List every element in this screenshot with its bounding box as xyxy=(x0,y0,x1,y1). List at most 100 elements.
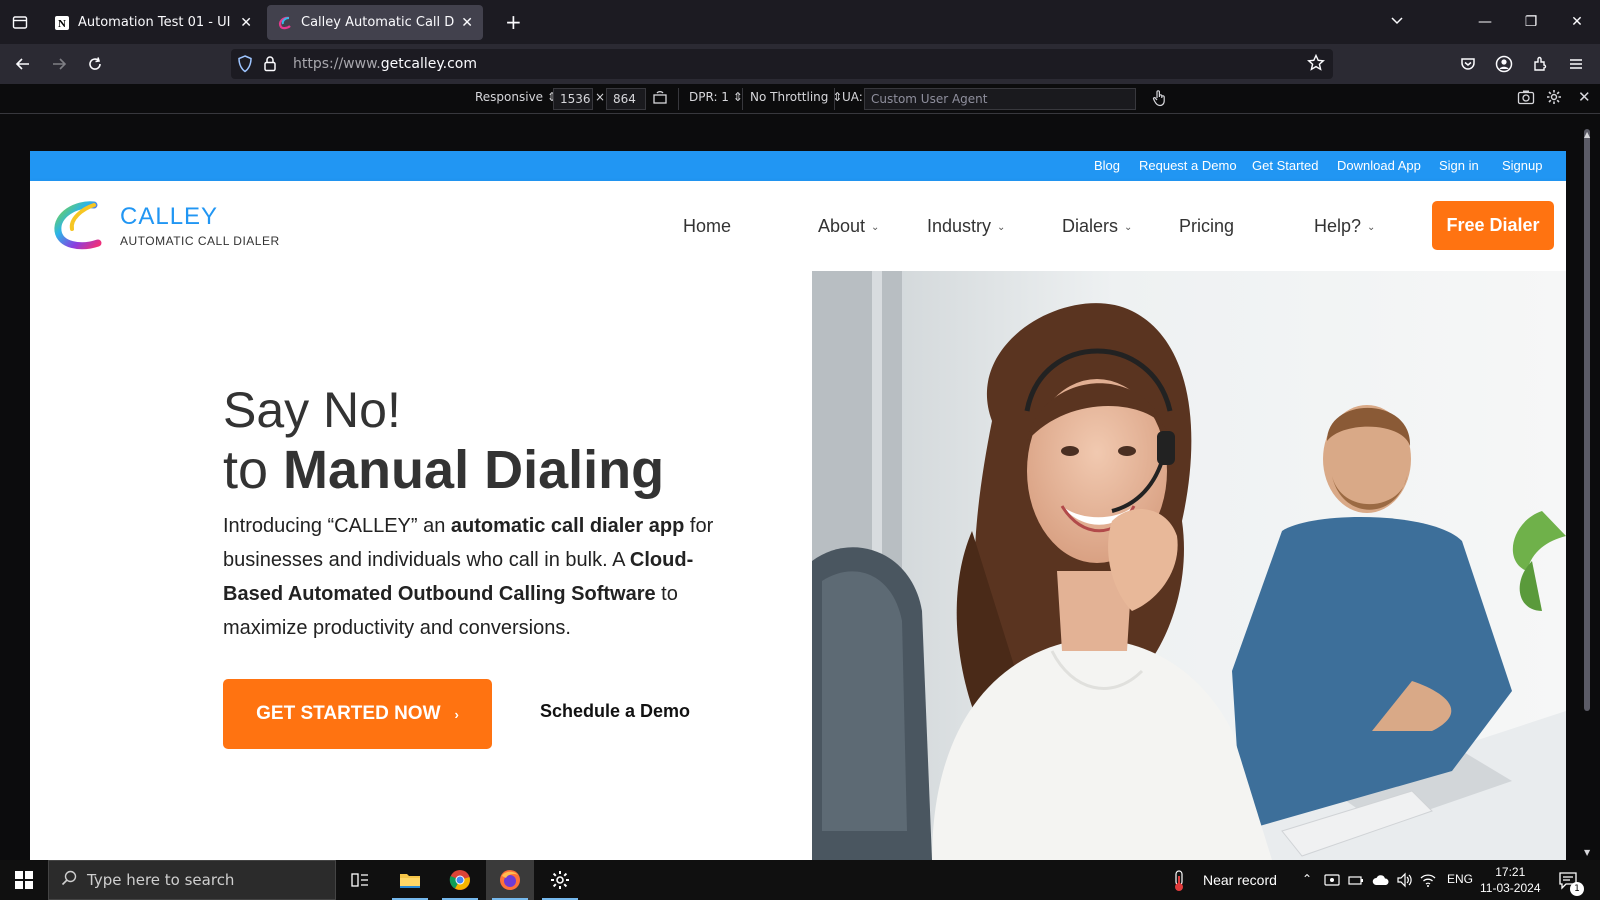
meet-now-icon[interactable] xyxy=(1324,872,1340,892)
clock-time: 17:21 xyxy=(1495,865,1526,879)
battery-icon[interactable] xyxy=(1348,872,1364,892)
throttling-selector[interactable]: No Throttling ⇕ xyxy=(750,90,842,104)
get-started-now-button[interactable]: GET STARTED NOW › xyxy=(223,679,492,749)
wifi-icon[interactable] xyxy=(1420,872,1436,892)
onedrive-cloud-icon[interactable] xyxy=(1372,872,1390,892)
page-scrollbar[interactable] xyxy=(1582,129,1592,860)
tab-automation-test[interactable]: N Automation Test 01 - UI Testing ✕ xyxy=(44,5,262,40)
screen: N Automation Test 01 - UI Testing ✕ Call… xyxy=(0,0,1600,900)
tab-title: Calley Automatic Call Dialer For xyxy=(301,15,455,30)
responsive-design-toolbar: Responsive ⇕ 1536 × 864 DPR: 1 ⇕ No Thro… xyxy=(0,84,1600,114)
hero-headline-line1: Say No! xyxy=(223,382,401,438)
menu-pricing[interactable]: Pricing xyxy=(1179,216,1234,237)
browser-tab-strip: N Automation Test 01 - UI Testing ✕ Call… xyxy=(0,0,1600,44)
touch-simulation-icon[interactable] xyxy=(1151,89,1167,110)
menu-industry[interactable]: Industry ⌄ xyxy=(927,216,1005,237)
hero-headline-line2: to Manual Dialing xyxy=(223,440,665,500)
device-selector[interactable]: Responsive ⇕ xyxy=(475,90,557,104)
site-header: CALLEY AUTOMATIC CALL DIALER Home About ⌄… xyxy=(30,181,1566,271)
volume-icon[interactable] xyxy=(1396,872,1414,892)
settings-gear-icon[interactable] xyxy=(1546,89,1562,108)
menu-dialers[interactable]: Dialers ⌄ xyxy=(1062,216,1132,237)
dimension-times: × xyxy=(595,90,606,104)
chevron-down-icon[interactable] xyxy=(1390,12,1404,31)
taskbar-clock[interactable]: 17:21 11-03-2024 xyxy=(1480,864,1541,896)
chrome-icon[interactable] xyxy=(436,860,484,900)
reload-icon[interactable] xyxy=(83,52,107,76)
dpr-selector[interactable]: DPR: 1 ⇕ xyxy=(689,90,743,104)
chevron-down-icon: ⌄ xyxy=(1367,221,1376,233)
settings-icon[interactable] xyxy=(536,860,584,900)
topbar-link-signup[interactable]: Signup xyxy=(1502,158,1542,173)
chevron-down-icon: ⌄ xyxy=(871,221,880,233)
scrollbar-thumb[interactable] xyxy=(1584,129,1590,711)
restore-icon[interactable]: ❐ xyxy=(1508,0,1554,44)
separator xyxy=(742,88,743,110)
menu-help[interactable]: Help? ⌄ xyxy=(1314,216,1375,237)
minimize-icon[interactable]: — xyxy=(1462,0,1508,44)
screenshot-icon[interactable] xyxy=(1517,89,1535,108)
ua-label: UA: xyxy=(842,90,863,104)
close-tab-icon[interactable]: ✕ xyxy=(240,15,252,31)
firefox-icon[interactable] xyxy=(486,860,534,900)
calley-logo-icon[interactable] xyxy=(50,199,106,255)
scroll-up-arrow-icon[interactable]: ▲ xyxy=(1584,130,1590,139)
separator xyxy=(678,88,679,110)
brand-name[interactable]: CALLEY xyxy=(120,203,218,231)
taskbar-search-box[interactable]: Type here to search xyxy=(48,860,336,900)
forward-icon[interactable] xyxy=(47,52,71,76)
topbar-link-request-demo[interactable]: Request a Demo xyxy=(1139,158,1237,173)
viewport-height-input[interactable]: 864 xyxy=(606,88,646,110)
window-controls: — ❐ ✕ xyxy=(1462,0,1600,44)
lock-icon[interactable] xyxy=(263,55,277,76)
website-viewport: Blog Request a Demo Get Started Download… xyxy=(30,151,1566,860)
svg-text:N: N xyxy=(58,18,66,30)
scroll-down-arrow-icon[interactable]: ▼ xyxy=(1584,848,1590,857)
search-icon xyxy=(61,870,77,890)
tab-calley[interactable]: Calley Automatic Call Dialer For ✕ xyxy=(267,5,483,40)
calley-favicon-icon xyxy=(277,15,293,31)
chevron-down-icon: ⌄ xyxy=(997,221,1006,233)
hamburger-menu-icon[interactable] xyxy=(1564,52,1588,76)
tab-title: Automation Test 01 - UI Testing xyxy=(78,15,234,30)
pocket-icon[interactable] xyxy=(1456,52,1480,76)
brand-tagline: AUTOMATIC CALL DIALER xyxy=(120,234,280,248)
topbar-link-sign-in[interactable]: Sign in xyxy=(1439,158,1479,173)
notification-count-badge: 1 xyxy=(1570,882,1584,896)
account-icon[interactable] xyxy=(1492,52,1516,76)
thermometer-icon[interactable] xyxy=(1172,870,1186,896)
rotate-icon[interactable] xyxy=(652,89,668,108)
file-explorer-icon[interactable] xyxy=(386,860,434,900)
free-dialer-button[interactable]: Free Dialer xyxy=(1432,201,1554,250)
tracking-shield-icon[interactable] xyxy=(237,55,253,77)
notion-icon: N xyxy=(54,15,70,31)
browser-nav-bar: https://www.getcalley.com xyxy=(0,44,1600,84)
close-window-icon[interactable]: ✕ xyxy=(1554,0,1600,44)
topbar-link-get-started[interactable]: Get Started xyxy=(1252,158,1318,173)
menu-about[interactable]: About ⌄ xyxy=(818,216,879,237)
hero-description: Introducing “CALLEY” an automatic call d… xyxy=(223,515,714,639)
clock-date: 11-03-2024 xyxy=(1480,881,1541,895)
topbar-link-blog[interactable]: Blog xyxy=(1094,158,1120,173)
url-bar[interactable]: https://www.getcalley.com xyxy=(231,49,1333,79)
chevron-down-icon: ⌄ xyxy=(1124,221,1133,233)
firefox-view-icon[interactable] xyxy=(0,0,40,44)
menu-home[interactable]: Home xyxy=(683,216,731,237)
windows-start-icon[interactable] xyxy=(0,860,48,900)
close-tab-icon[interactable]: ✕ xyxy=(461,15,473,31)
schedule-demo-link[interactable]: Schedule a Demo xyxy=(540,701,690,722)
language-indicator[interactable]: ENG xyxy=(1447,872,1473,886)
task-view-icon[interactable] xyxy=(336,860,384,900)
new-tab-icon[interactable]: + xyxy=(505,10,522,34)
viewport-width-input[interactable]: 1536 xyxy=(553,88,593,110)
close-rdm-icon[interactable]: ✕ xyxy=(1578,88,1591,106)
weather-status[interactable]: Near record xyxy=(1203,872,1277,888)
user-agent-input[interactable]: Custom User Agent xyxy=(864,88,1136,110)
windows-taskbar: Type here to search Near record ⌃ ENG 17… xyxy=(0,860,1600,900)
topbar-link-download-app[interactable]: Download App xyxy=(1337,158,1421,173)
show-hidden-icons-chevron-icon[interactable]: ⌃ xyxy=(1302,872,1312,886)
search-placeholder: Type here to search xyxy=(87,871,235,889)
extensions-icon[interactable] xyxy=(1528,52,1552,76)
bookmark-star-icon[interactable] xyxy=(1307,53,1325,76)
back-icon[interactable] xyxy=(11,52,35,76)
